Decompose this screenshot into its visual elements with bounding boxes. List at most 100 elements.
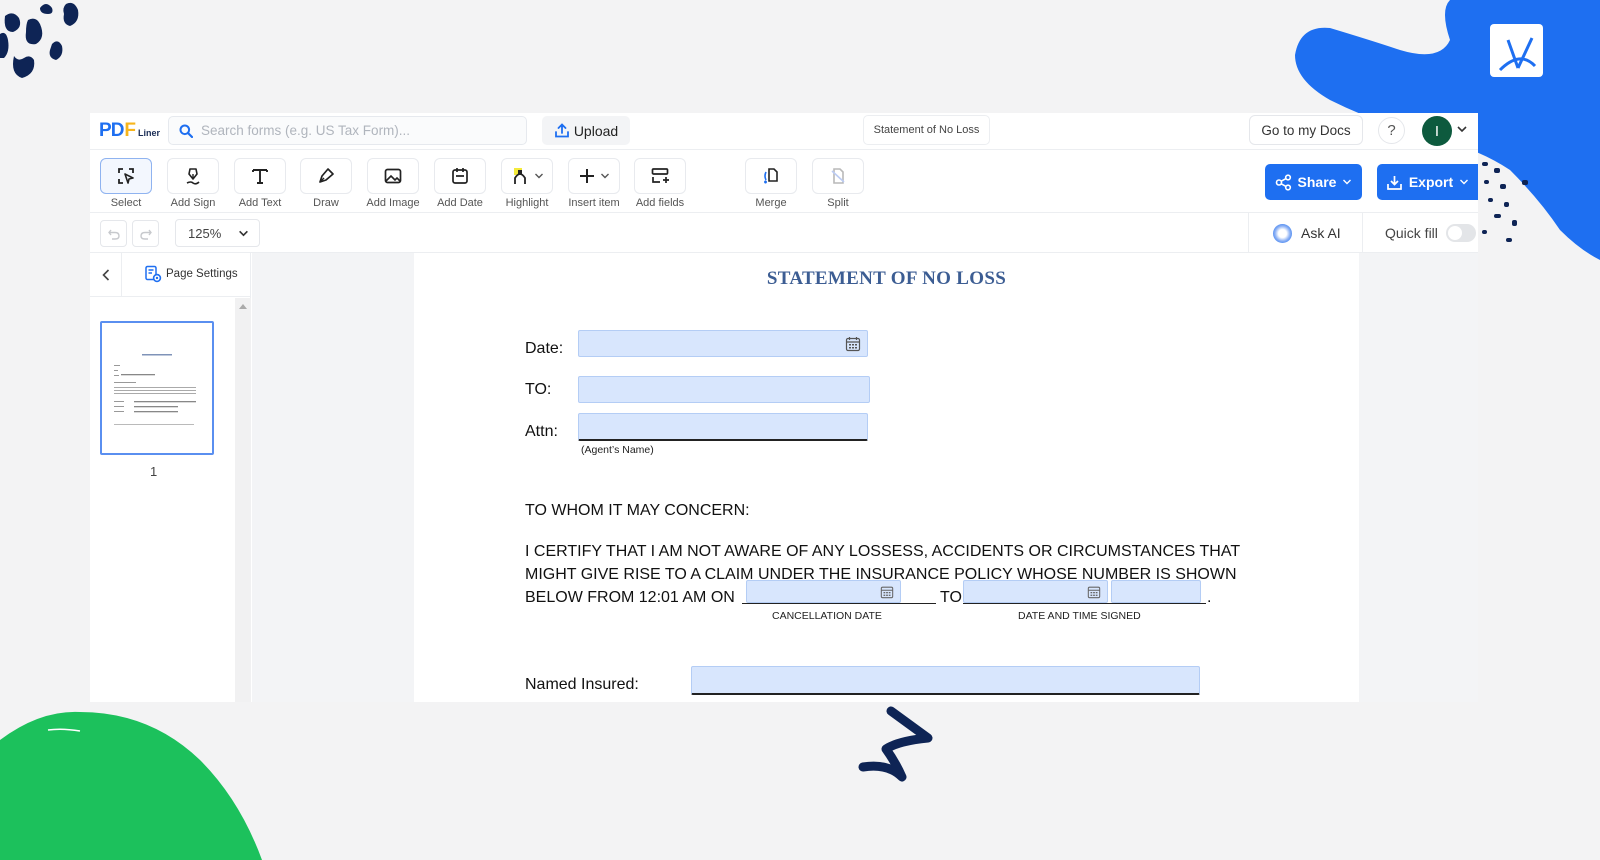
calendar-icon[interactable] [845, 336, 861, 352]
chevron-down-icon [601, 173, 609, 179]
upload-label: Upload [573, 122, 619, 139]
tool-select[interactable]: Select [100, 158, 152, 209]
attn-field[interactable] [578, 413, 868, 441]
sidebar-scrollbar[interactable] [235, 298, 251, 702]
tool-add-image[interactable]: Add Image [366, 158, 420, 209]
date-signed-field[interactable] [963, 580, 1108, 603]
decorative-dots-top-left [0, 2, 79, 78]
logo-liner-text: Liner [138, 128, 161, 138]
quick-fill-control: Quick fill [1385, 213, 1476, 253]
undo-button[interactable] [100, 220, 127, 247]
chevron-down-icon [1343, 179, 1352, 185]
to-word: TO [940, 589, 962, 606]
chevron-left-icon [101, 269, 109, 281]
tool-label: Insert item [568, 197, 620, 209]
tool-add-sign[interactable]: Add Sign [167, 158, 219, 209]
salutation: TO WHOM IT MAY CONCERN: [525, 502, 750, 519]
ask-ai-button[interactable]: Ask AI [1248, 213, 1363, 253]
plus-icon [580, 169, 594, 183]
tool-draw[interactable]: Draw [300, 158, 352, 209]
time-signed-field[interactable] [1111, 580, 1201, 603]
user-avatar[interactable]: I [1422, 116, 1452, 146]
undo-icon [107, 229, 120, 240]
chevron-down-icon [535, 173, 543, 179]
date-time-signed-caption: DATE AND TIME SIGNED [1018, 610, 1141, 622]
share-button[interactable]: Share [1265, 164, 1362, 200]
calendar-icon [452, 168, 468, 184]
decorative-squiggle-bottom [858, 706, 933, 782]
logo-letter-p: P [99, 120, 112, 141]
decorative-dashes-right [1482, 162, 1528, 242]
tool-label: Add Text [238, 197, 282, 209]
tool-label: Add fields [635, 197, 685, 209]
tool-label: Add Image [366, 197, 420, 209]
logo-letter-d: D [110, 120, 125, 141]
page-number-label: 1 [150, 464, 158, 479]
tool-label: Merge [755, 197, 787, 209]
certify-line-3: BELOW FROM 12:01 AM ON [525, 589, 735, 606]
secondary-toolbar: 125% Ask AI Quick fill [90, 213, 1478, 253]
scroll-up-arrow-icon[interactable] [239, 304, 247, 309]
certify-line-1: I CERTIFY THAT I AM NOT AWARE OF ANY LOS… [525, 543, 1241, 560]
signature-pen-icon [186, 168, 200, 185]
split-icon [831, 168, 845, 184]
tool-add-date[interactable]: Add Date [434, 158, 486, 209]
text-T-icon [252, 169, 268, 184]
document-title: STATEMENT OF NO LOSS [766, 268, 1007, 289]
date-label: Date: [525, 340, 564, 357]
logo-letter-f: F [124, 120, 137, 141]
period: . [1207, 589, 1212, 606]
highlighter-icon [514, 168, 526, 184]
zoom-level-value: 125% [188, 225, 222, 241]
search-input[interactable] [201, 123, 501, 138]
tool-label: Split [827, 197, 849, 209]
tool-label: Highlight [505, 197, 549, 209]
export-button[interactable]: Export [1377, 164, 1478, 200]
cancellation-date-caption: CANCELLATION DATE [772, 610, 882, 622]
help-button[interactable]: ? [1378, 117, 1405, 144]
pages-sidebar: Page Settings 1 [90, 253, 251, 702]
add-fields-icon [651, 168, 669, 183]
merge-icon [764, 168, 778, 184]
attn-label: Attn: [525, 423, 558, 440]
upload-icon [554, 122, 569, 137]
tool-label: Add Sign [170, 197, 216, 209]
tool-label: Select [110, 197, 142, 209]
select-cursor-icon [118, 168, 134, 184]
named-insured-field[interactable] [691, 666, 1200, 695]
calendar-icon[interactable] [1087, 585, 1101, 599]
image-icon [384, 168, 402, 184]
cancellation-date-underline [742, 603, 936, 604]
collapse-sidebar-button[interactable] [90, 253, 122, 297]
chevron-down-icon [1460, 179, 1469, 185]
tool-add-fields[interactable]: Add fields [634, 158, 686, 209]
document-viewport: STATEMENT OF NO LOSS Date: TO: Attn: (Ag… [252, 253, 1478, 702]
thumbnail-preview [114, 354, 196, 425]
go-to-my-docs-button[interactable]: Go to my Docs [1249, 115, 1363, 145]
pdfliner-logo[interactable]: P D F Liner [99, 120, 160, 142]
redo-icon [139, 229, 152, 240]
tool-add-text[interactable]: Add Text [234, 158, 286, 209]
document-name-field[interactable]: Statement of No Loss [863, 115, 990, 145]
page-settings-button[interactable]: Page Settings [144, 265, 238, 283]
tool-insert-item[interactable]: Insert item [568, 158, 620, 209]
page-thumbnail-1[interactable] [100, 321, 214, 455]
upload-button[interactable]: Upload [542, 116, 630, 145]
quick-fill-toggle[interactable] [1445, 224, 1476, 242]
to-field[interactable] [578, 376, 870, 403]
share-icon [1275, 173, 1291, 191]
zoom-level-select[interactable]: 125% [175, 219, 260, 247]
sidebar-header: Page Settings [90, 253, 250, 297]
date-field[interactable] [578, 330, 868, 357]
search-forms-box[interactable] [168, 116, 527, 145]
redo-button[interactable] [132, 220, 159, 247]
tool-split[interactable]: Split [812, 158, 864, 209]
cancellation-date-field[interactable] [746, 580, 901, 603]
calendar-icon[interactable] [880, 585, 894, 599]
tool-merge[interactable]: Merge [745, 158, 797, 209]
tool-highlight[interactable]: Highlight [501, 158, 553, 209]
chevron-down-icon[interactable] [1456, 123, 1468, 135]
chevron-down-icon [239, 230, 248, 237]
share-label: Share [1297, 174, 1337, 190]
pen-nib-icon [319, 168, 334, 183]
